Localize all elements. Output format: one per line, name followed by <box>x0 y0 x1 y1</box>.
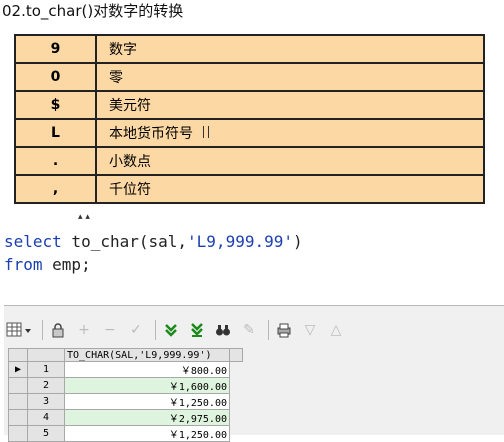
format-symbol: , <box>14 174 97 204</box>
triangle-down-icon[interactable]: ▽ <box>299 319 321 341</box>
cell-value[interactable]: ￥2,975.00 <box>64 409 230 426</box>
format-symbol: L <box>14 118 97 148</box>
text-cursor-icon <box>203 126 209 138</box>
sql-keyword-select: select <box>4 232 62 251</box>
sql-function: to_char(sal, <box>61 232 188 251</box>
row-number: 1 <box>27 361 65 378</box>
grid-toolbar: + − ✓ ✎ ▽ △ <box>4 316 504 344</box>
arrow-down-last-icon[interactable] <box>186 319 208 341</box>
print-icon[interactable] <box>273 319 295 341</box>
toolbar-separator <box>42 320 43 340</box>
grid-corner <box>27 348 65 362</box>
cell-value[interactable]: ￥1,600.00 <box>64 377 230 394</box>
row-spacer <box>230 410 243 426</box>
row-indicator <box>8 393 28 410</box>
arrow-down-icon[interactable] <box>160 319 182 341</box>
format-meaning: 千位符 <box>95 174 485 204</box>
current-row-icon: ▶ <box>8 361 28 378</box>
add-icon[interactable]: + <box>73 319 95 341</box>
sql-table: emp; <box>42 255 91 274</box>
table-row: L 本地货币符号 <box>14 118 485 148</box>
binoculars-icon[interactable] <box>212 319 234 341</box>
column-menu-icon[interactable] <box>229 348 243 362</box>
page-title: 02.to_char()对数字的转换 <box>2 2 184 20</box>
format-meaning: 数字 <box>95 34 485 64</box>
sql-code: select to_char(sal,'L9,999.99') from emp… <box>4 230 303 276</box>
format-meaning: 零 <box>95 62 485 92</box>
table-row: , 千位符 <box>14 174 485 204</box>
table-row[interactable]: 2 ￥1,600.00 <box>8 377 243 394</box>
format-symbol: 9 <box>14 34 97 64</box>
row-spacer <box>230 362 243 378</box>
sql-close-paren: ) <box>293 232 303 251</box>
toolbar-separator <box>155 320 156 340</box>
grid-header-row: TO_CHAR(SAL,'L9,999.99') <box>8 348 243 362</box>
remove-icon[interactable]: − <box>99 319 121 341</box>
row-indicator <box>8 377 28 394</box>
row-indicator <box>8 409 28 426</box>
row-number: 3 <box>27 393 65 410</box>
table-row: 0 零 <box>14 62 485 92</box>
cell-value[interactable]: ￥1,250.00 <box>64 393 230 410</box>
result-grid-panel: + − ✓ ✎ ▽ △ TO_CHAR(SAL,'L9,999.99') ▶ 1 <box>4 305 504 442</box>
result-grid: TO_CHAR(SAL,'L9,999.99') ▶ 1 ￥800.00 2 ￥… <box>8 348 243 442</box>
row-spacer <box>230 378 243 394</box>
lock-icon[interactable] <box>47 319 69 341</box>
triangle-up-icon[interactable]: △ <box>325 319 347 341</box>
table-row[interactable]: 3 ￥1,250.00 <box>8 393 243 410</box>
format-symbol: 0 <box>14 62 97 92</box>
grid-corner <box>8 348 28 362</box>
table-row: . 小数点 <box>14 146 485 176</box>
format-meaning: 本地货币符号 <box>95 118 485 148</box>
format-symbol: . <box>14 146 97 176</box>
sql-format-string: 'L9,999.99' <box>187 232 293 251</box>
eraser-icon[interactable]: ✎ <box>238 319 260 341</box>
toolbar-separator <box>268 320 269 340</box>
format-symbol: $ <box>14 90 97 120</box>
row-spacer <box>230 394 243 410</box>
format-meaning: 美元符 <box>95 90 485 120</box>
row-number: 4 <box>27 409 65 426</box>
table-row: $ 美元符 <box>14 90 485 120</box>
format-meaning: 小数点 <box>95 146 485 176</box>
sql-keyword-from: from <box>4 255 43 274</box>
table-row[interactable]: 4 ￥2,975.00 <box>8 409 243 426</box>
check-icon[interactable]: ✓ <box>125 319 147 341</box>
cell-value[interactable]: ￥800.00 <box>64 361 230 378</box>
table-row: 9 数字 <box>14 34 485 64</box>
tick-marks: ▴ ▴ <box>78 212 90 222</box>
row-number: 2 <box>27 377 65 394</box>
grid-icon[interactable] <box>4 319 34 341</box>
format-table: 9 数字 0 零 $ 美元符 L 本地货币符号 . 小数点 , 千位符 <box>14 34 485 204</box>
column-header[interactable]: TO_CHAR(SAL,'L9,999.99') <box>64 348 230 362</box>
table-row[interactable]: ▶ 1 ￥800.00 <box>8 361 243 378</box>
